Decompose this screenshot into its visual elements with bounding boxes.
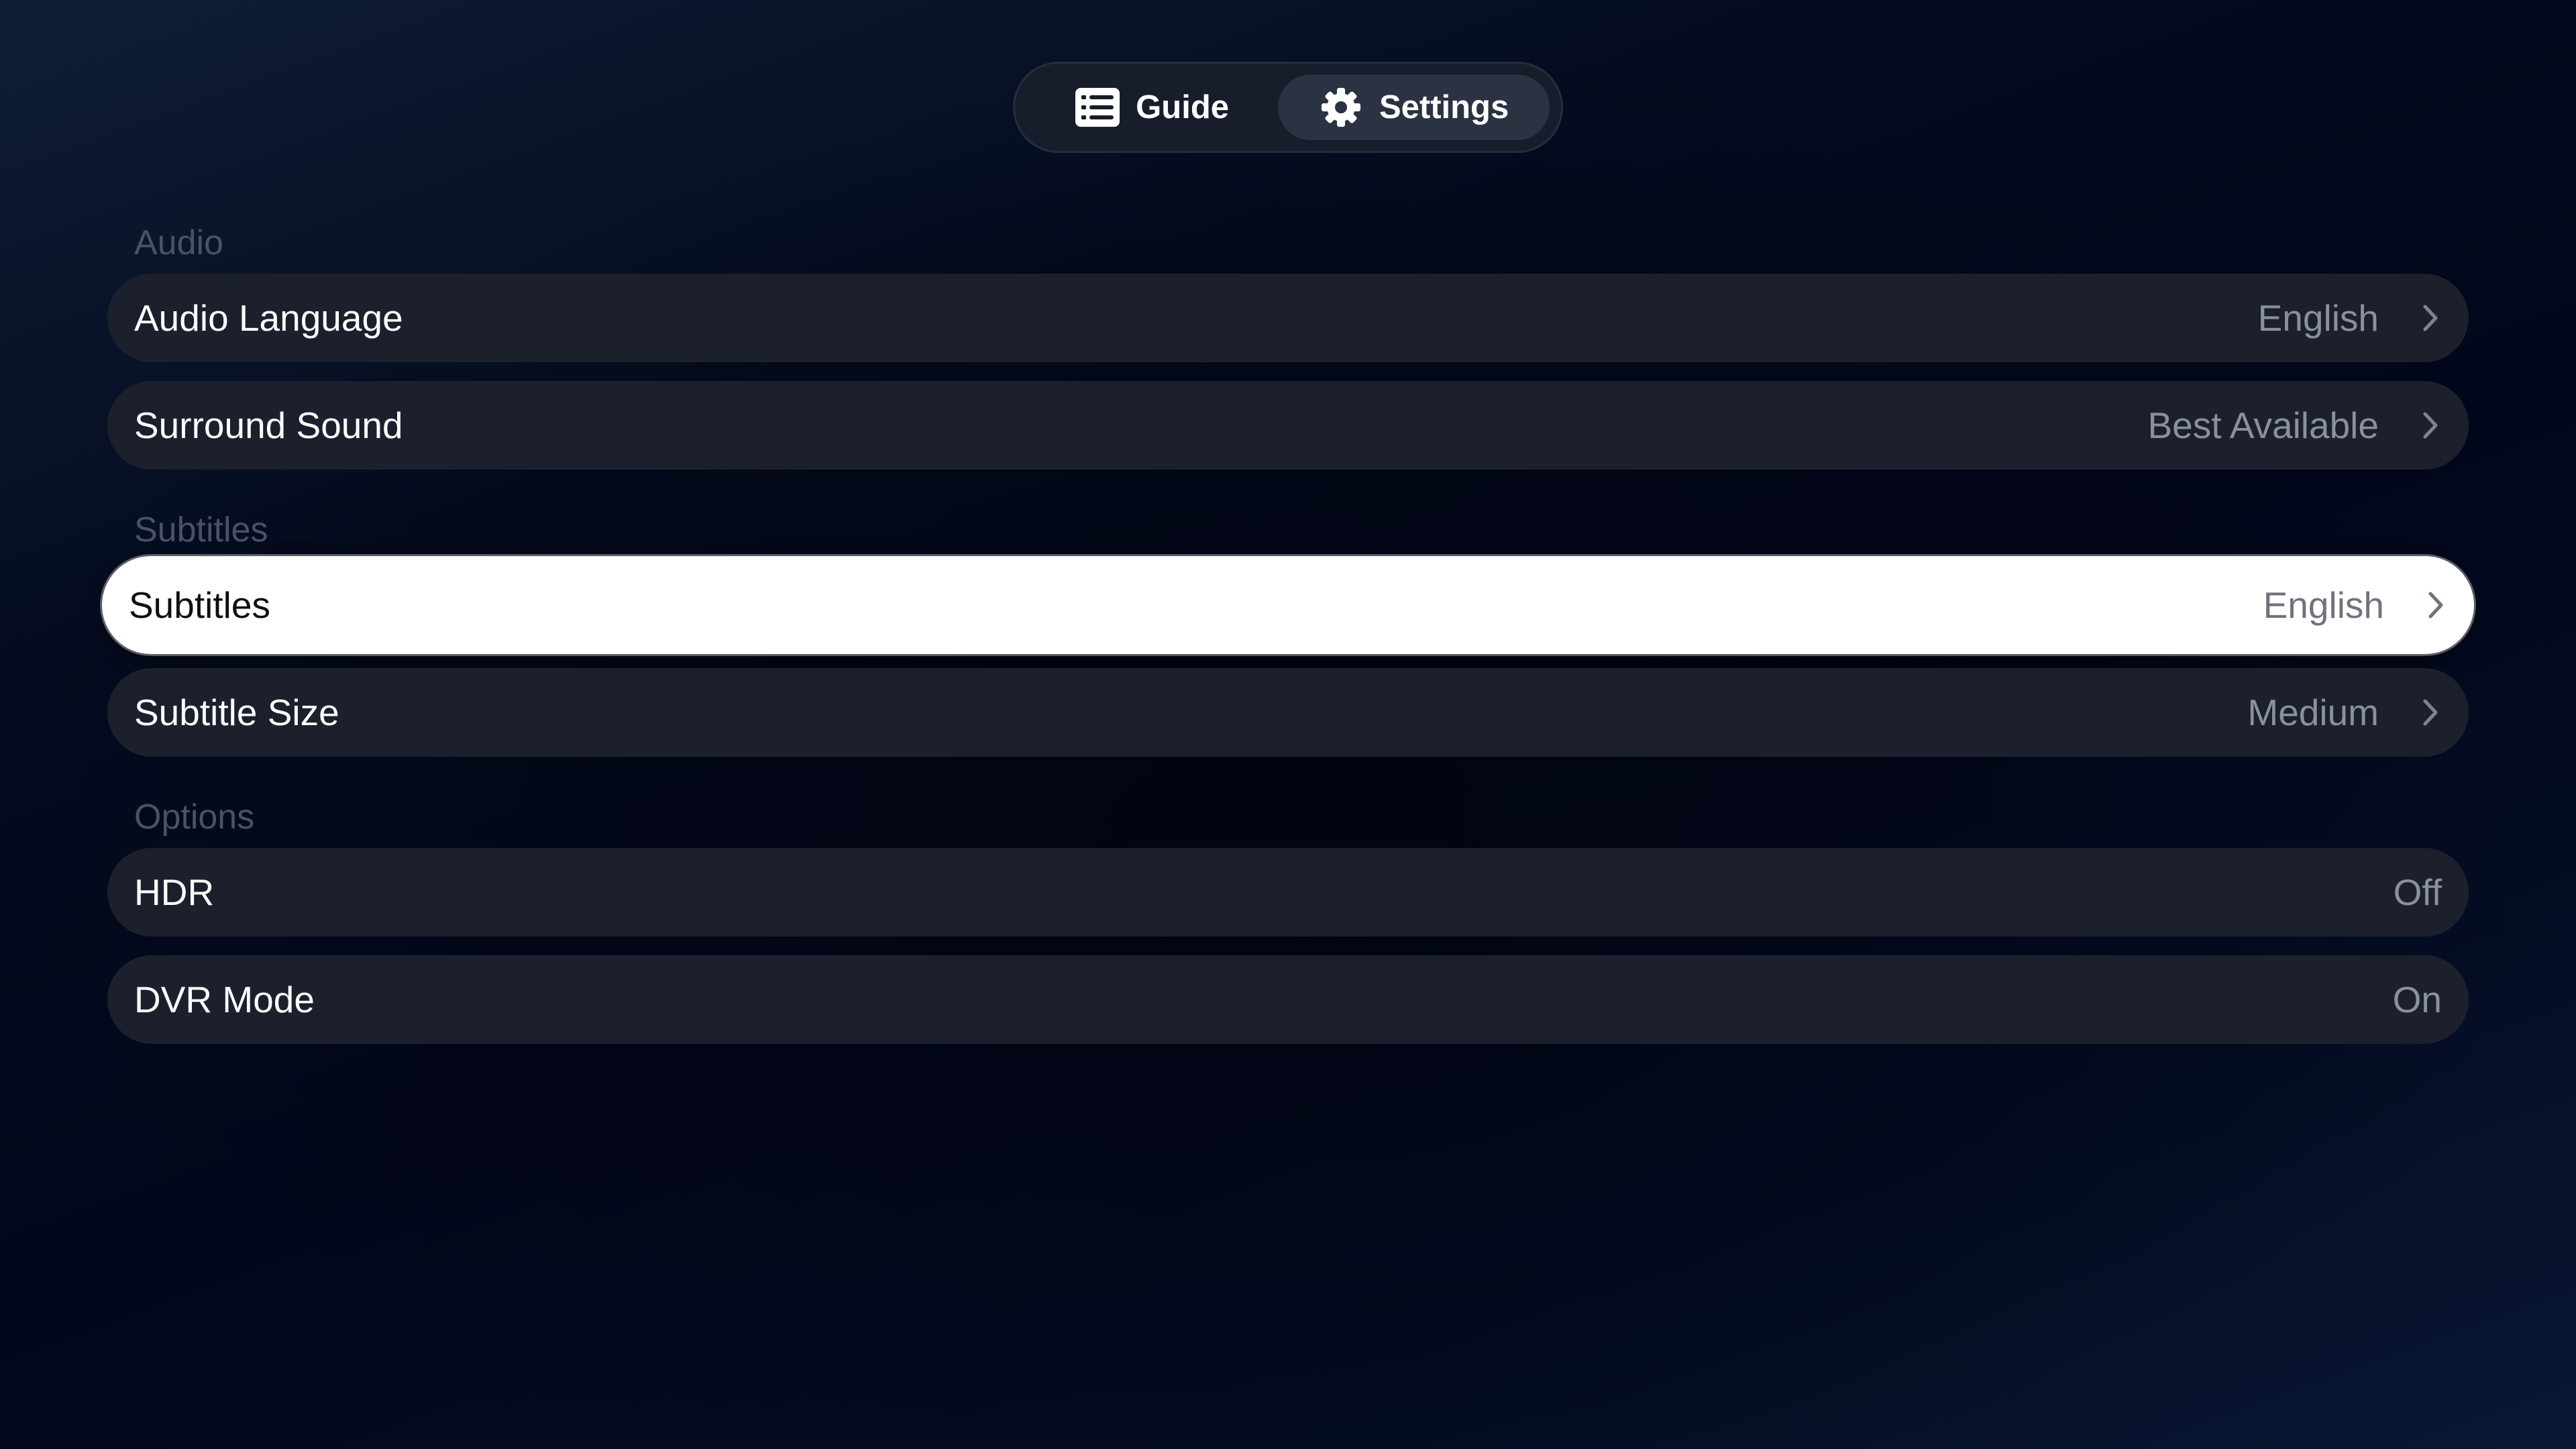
tab-guide[interactable]: Guide — [1026, 74, 1278, 140]
chevron-right-icon — [2419, 304, 2442, 332]
setting-row-hdr[interactable]: HDR Off — [107, 848, 2469, 936]
setting-value: On — [2392, 979, 2442, 1020]
setting-value: English — [2257, 297, 2379, 339]
section-label-options: Options — [134, 798, 255, 837]
setting-label: Subtitles — [129, 584, 270, 626]
setting-label: HDR — [134, 871, 215, 913]
setting-value: English — [2263, 584, 2384, 626]
tab-guide-label: Guide — [1136, 89, 1230, 125]
setting-row-subtitles[interactable]: Subtitles English — [102, 556, 2474, 654]
tab-settings[interactable]: Settings — [1278, 74, 1550, 140]
gear-icon — [1319, 85, 1363, 129]
chevron-right-icon — [2419, 411, 2442, 439]
setting-value: Off — [2393, 871, 2442, 913]
setting-row-subtitle-size[interactable]: Subtitle Size Medium — [107, 668, 2469, 757]
chevron-right-icon — [2424, 591, 2447, 619]
setting-row-dvr-mode[interactable]: DVR Mode On — [107, 955, 2469, 1044]
list-icon — [1075, 85, 1120, 129]
tab-settings-label: Settings — [1379, 89, 1509, 125]
section-label-audio: Audio — [134, 223, 223, 262]
setting-label: Subtitle Size — [134, 692, 339, 733]
setting-value: Best Available — [2147, 405, 2379, 446]
setting-row-surround-sound[interactable]: Surround Sound Best Available — [107, 381, 2469, 470]
setting-value: Medium — [2247, 692, 2379, 733]
chevron-right-icon — [2419, 698, 2442, 727]
setting-label: DVR Mode — [134, 979, 315, 1020]
section-label-subtitles: Subtitles — [134, 511, 268, 549]
setting-label: Surround Sound — [134, 405, 403, 446]
top-tab-bar: Guide Settings — [1013, 62, 1563, 153]
setting-row-audio-language[interactable]: Audio Language English — [107, 274, 2469, 362]
setting-label: Audio Language — [134, 297, 403, 339]
